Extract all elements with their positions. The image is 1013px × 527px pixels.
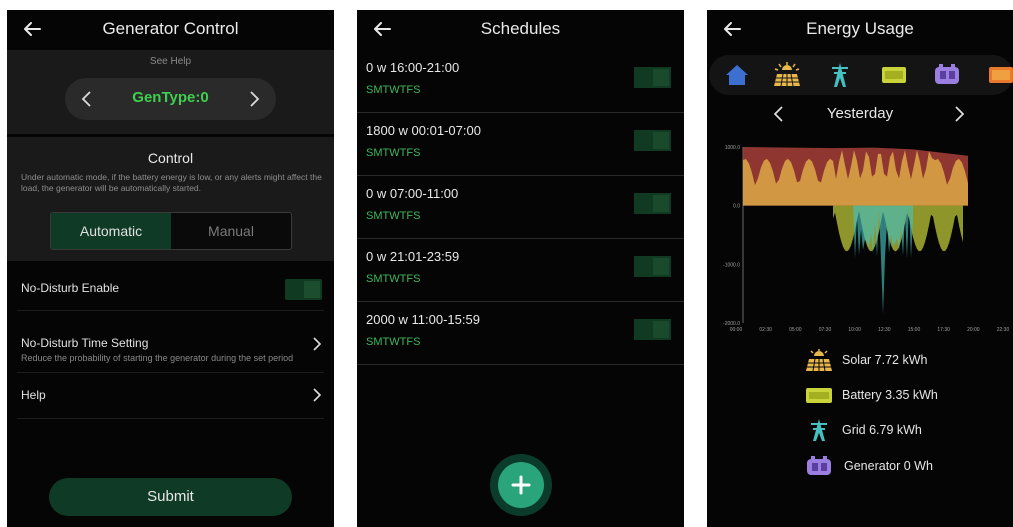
solar-panel-icon[interactable] [773, 62, 801, 88]
solar-panel-icon [806, 349, 832, 371]
grid-tower-icon [811, 419, 827, 441]
gen-type-panel: See Help GenType:0 [7, 50, 334, 134]
legend-item-battery: Battery 3.35 kWh [805, 384, 1013, 408]
legend-item-solar: Solar 7.72 kWh [805, 349, 1013, 373]
divider [17, 372, 324, 373]
battery-icon [806, 388, 832, 403]
no-disturb-time-row[interactable]: No-Disturb Time Setting Reduce the proba… [7, 330, 334, 370]
chevron-right-icon[interactable] [244, 89, 264, 109]
page-title: Schedules [480, 19, 561, 38]
control-description: Under automatic mode, if the battery ene… [21, 172, 322, 193]
x-tick-label: 07:30 [819, 327, 832, 333]
home-icon[interactable] [723, 62, 751, 88]
battery-icon[interactable] [880, 62, 908, 88]
control-title: Control [147, 150, 194, 166]
schedule-time: 0 w 16:00-21:00 [366, 60, 460, 75]
schedule-toggle[interactable] [634, 130, 671, 151]
help-row[interactable]: Help [7, 383, 334, 417]
submit-button[interactable]: Submit [49, 478, 292, 516]
schedule-days: SMTWTFS [366, 147, 421, 159]
schedule-toggle[interactable] [634, 256, 671, 277]
divider [17, 310, 324, 311]
add-schedule-button[interactable] [498, 462, 544, 508]
no-disturb-enable-row: No-Disturb Enable [7, 272, 334, 308]
y-tick-label: 1000.0 [725, 145, 741, 151]
header: Schedules [357, 10, 684, 50]
gen-type-selector: GenType:0 [65, 78, 276, 120]
help-label: Help [21, 388, 46, 402]
energy-usage-chart: 1000.00.0-1000.0-2000.0 00:00 02:30 05:00 0… [723, 145, 1010, 333]
schedule-days: SMTWTFS [366, 84, 421, 96]
schedule-toggle[interactable] [634, 319, 671, 340]
chevron-right-icon [313, 388, 322, 402]
legend-grid-text: Grid 6.79 kWh [842, 423, 922, 437]
x-tick-label: 22:30 [997, 327, 1010, 333]
y-axis: 1000.00.0-1000.0-2000.0 [723, 145, 744, 327]
generator-icon[interactable] [933, 62, 961, 88]
control-panel: Control Under automatic mode, if the bat… [7, 137, 334, 261]
plot-area [743, 147, 968, 315]
no-disturb-toggle[interactable] [285, 279, 322, 300]
generator-control-screen: Generator Control See Help GenType:0 Con… [7, 10, 334, 527]
grid-area [853, 205, 913, 315]
page-title: Generator Control [102, 19, 239, 38]
date-selector: Yesterday [707, 103, 1013, 125]
schedule-days: SMTWTFS [366, 210, 421, 222]
x-tick-label: 00:00 [730, 327, 743, 333]
x-tick-label: 17:30 [937, 327, 950, 333]
x-tick-label: 02:30 [759, 327, 772, 333]
header: Energy Usage [707, 10, 1013, 50]
schedule-time: 0 w 07:00-11:00 [366, 186, 459, 201]
date-label: Yesterday [826, 105, 894, 122]
page-title: Energy Usage [806, 19, 914, 38]
grid-tower-icon[interactable] [826, 62, 854, 88]
battery-full-icon[interactable] [987, 62, 1013, 88]
y-tick-label: 0.0 [733, 204, 740, 210]
schedule-item[interactable]: 1800 w 00:01-07:00 SMTWTFS [357, 113, 684, 175]
no-disturb-time-label: No-Disturb Time Setting [21, 336, 149, 350]
schedule-item[interactable]: 0 w 07:00-11:00 SMTWTFS [357, 176, 684, 238]
schedule-time: 1800 w 00:01-07:00 [366, 123, 481, 138]
x-tick-label: 15:00 [908, 327, 921, 333]
chevron-right-icon [313, 337, 322, 351]
divider [17, 418, 324, 419]
legend-generator-text: Generator 0 Wh [844, 459, 933, 473]
x-tick-label: 10:00 [848, 327, 861, 333]
schedule-time: 2000 w 11:00-15:59 [366, 312, 480, 327]
mode-automatic-button[interactable]: Automatic [51, 213, 171, 249]
schedule-days: SMTWTFS [366, 273, 421, 285]
header: Generator Control [7, 10, 334, 50]
x-tick-label: 12:30 [878, 327, 891, 333]
see-help-link[interactable]: See Help [7, 56, 334, 67]
schedule-toggle[interactable] [634, 193, 671, 214]
legend-item-grid: Grid 6.79 kWh [805, 419, 1013, 443]
plus-icon [511, 475, 531, 495]
no-disturb-enable-label: No-Disturb Enable [21, 281, 120, 295]
schedule-item[interactable]: 0 w 21:01-23:59 SMTWTFS [357, 239, 684, 301]
energy-usage-screen: Energy Usage Yesterday 1000.0 0.0 -1000.… [707, 10, 1013, 527]
no-disturb-time-description: Reduce the probability of starting the g… [21, 353, 294, 363]
schedules-screen: Schedules 0 w 16:00-21:00 SMTWTFS 1800 w… [357, 10, 684, 527]
mode-manual-button[interactable]: Manual [171, 213, 291, 249]
chevron-right-icon[interactable] [951, 105, 967, 123]
legend-solar-text: Solar 7.72 kWh [842, 353, 928, 367]
schedule-time: 0 w 21:01-23:59 [366, 249, 460, 264]
legend-item-generator: Generator 0 Wh [805, 455, 1013, 479]
schedule-days: SMTWTFS [366, 336, 421, 348]
x-tick-label: 05:00 [789, 327, 802, 333]
mode-segmented-control: Automatic Manual [50, 212, 292, 250]
schedule-item[interactable]: 0 w 16:00-21:00 SMTWTFS [357, 50, 684, 112]
legend-battery-text: Battery 3.35 kWh [842, 388, 938, 402]
x-tick-label: 20:00 [967, 327, 980, 333]
divider [357, 364, 684, 365]
schedule-toggle[interactable] [634, 67, 671, 88]
generator-icon [807, 456, 831, 475]
energy-source-tabs [709, 55, 1013, 95]
schedule-item[interactable]: 2000 w 11:00-15:59 SMTWTFS [357, 302, 684, 364]
x-axis: 00:00 02:30 05:00 07:30 10:00 12:30 15:00 17:30… [730, 327, 1010, 333]
y-tick-label: -1000.0 [723, 262, 740, 268]
